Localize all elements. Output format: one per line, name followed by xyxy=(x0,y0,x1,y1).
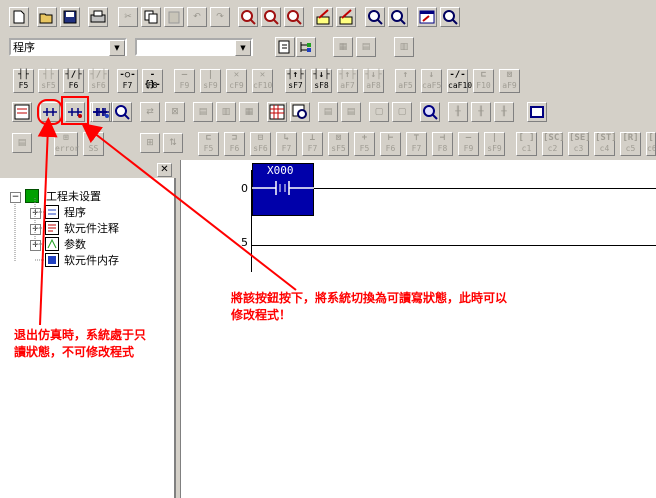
arrow-to-read-button xyxy=(37,117,58,326)
annotation-right: 將該按鈕按下，將系統切換為可讀寫狀態，此時可以 修改程式！ xyxy=(231,290,507,324)
annotation-right-line-2: 修改程式！ xyxy=(231,308,292,322)
annotation-left-line-2: 讀狀態，不可修改程式 xyxy=(14,345,135,359)
annotation-arrows xyxy=(37,117,297,326)
annotation-left-line-1: 退出仿真時，系統處于只 xyxy=(14,328,147,342)
arrow-to-write-button xyxy=(81,122,297,291)
annotation-left: 退出仿真時，系統處于只 讀狀態，不可修改程式 xyxy=(14,327,146,361)
annotation-right-line-1: 將該按鈕按下，將系統切換為可讀寫狀態，此時可以 xyxy=(231,291,508,305)
